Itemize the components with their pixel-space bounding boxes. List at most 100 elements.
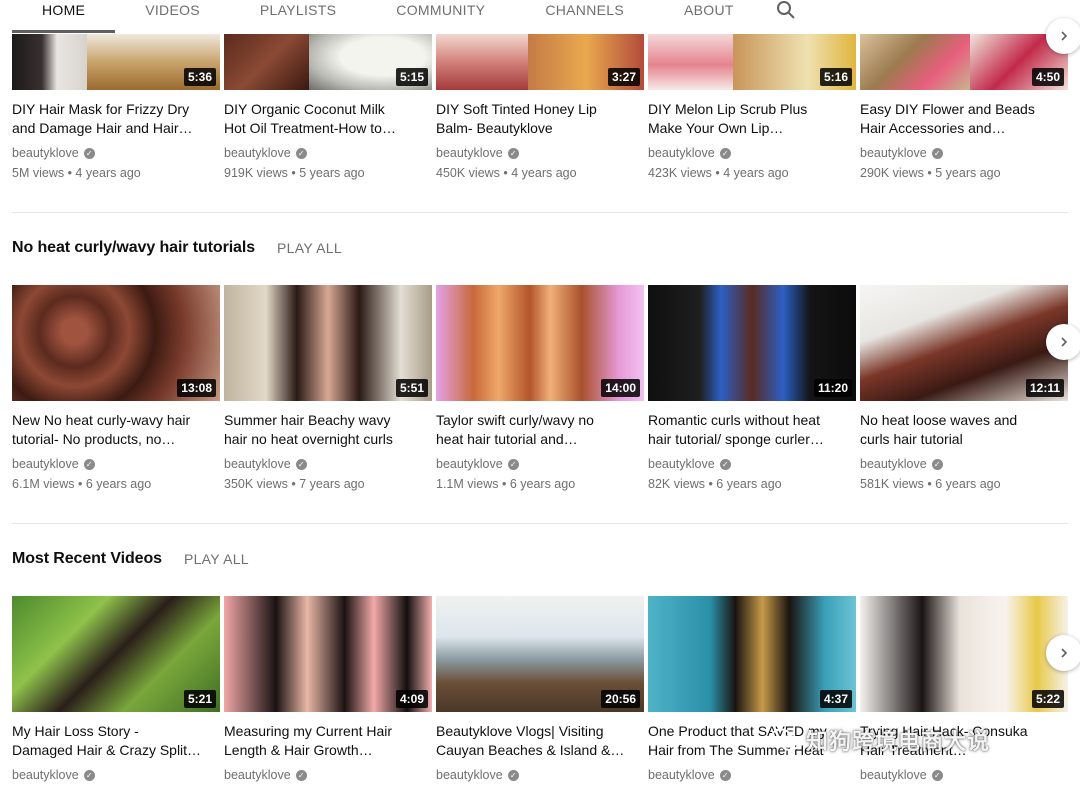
video-thumbnail[interactable]: 11:20 [648, 285, 856, 401]
channel-name[interactable]: beautyklove ✓ [648, 767, 856, 783]
video-card[interactable]: 5:21 My Hair Loss Story - Damaged Hair &… [12, 596, 220, 783]
channel-name[interactable]: beautyklove ✓ [436, 145, 644, 161]
play-all-button[interactable]: PLAY ALL [277, 240, 342, 256]
video-thumbnail[interactable]: 14:00 [436, 285, 644, 401]
tab-about[interactable]: ABOUT [654, 0, 764, 32]
channel-name[interactable]: beautyklove ✓ [860, 456, 1068, 472]
channel-name[interactable]: beautyklove ✓ [648, 145, 856, 161]
video-title[interactable]: DIY Organic Coconut Milk Hot Oil Treatme… [224, 100, 432, 138]
video-duration: 5:36 [183, 68, 216, 86]
channel-name[interactable]: beautyklove ✓ [436, 767, 644, 783]
channel-search-button[interactable] [772, 0, 800, 24]
video-duration: 4:37 [819, 690, 852, 708]
video-card[interactable]: 13:08 New No heat curly-wavy hair tutori… [12, 285, 220, 493]
video-card[interactable]: 5:36 DIY Hair Mask for Frizzy Dry and Da… [12, 34, 220, 182]
video-card[interactable]: 5:16 DIY Melon Lip Scrub Plus Make Your … [648, 34, 856, 182]
chevron-right-icon [1061, 648, 1068, 658]
verified-check-icon: ✓ [719, 147, 731, 159]
tab-community[interactable]: COMMUNITY [366, 0, 515, 32]
play-all-button[interactable]: PLAY ALL [184, 551, 249, 567]
channel-label: beautyklove [648, 768, 715, 782]
video-card[interactable]: 4:50 Easy DIY Flower and Beads Hair Acce… [860, 34, 1068, 182]
channel-label: beautyklove [12, 457, 79, 471]
video-title[interactable]: No heat loose waves and curls hair tutor… [860, 411, 1068, 449]
video-title[interactable]: DIY Hair Mask for Frizzy Dry and Damage … [12, 100, 220, 138]
verified-check-icon: ✓ [507, 769, 519, 781]
shelf-title[interactable]: Most Recent Videos [12, 550, 162, 568]
video-card[interactable]: 14:00 Taylor swift curly/wavy no heat ha… [436, 285, 644, 493]
channel-name[interactable]: beautyklove ✓ [12, 767, 220, 783]
video-thumbnail[interactable]: 13:08 [12, 285, 220, 401]
channel-label: beautyklove [648, 146, 715, 160]
video-title[interactable]: DIY Melon Lip Scrub Plus Make Your Own L… [648, 100, 856, 138]
tab-channels[interactable]: CHANNELS [515, 0, 654, 32]
video-thumbnail[interactable]: 20:56 [436, 596, 644, 712]
shelf-next-button[interactable] [1046, 324, 1080, 360]
video-title[interactable]: Summer hair Beachy wavy hair no heat ove… [224, 411, 432, 449]
verified-check-icon: ✓ [507, 458, 519, 470]
video-card[interactable]: 4:09 Measuring my Current Hair Length & … [224, 596, 432, 783]
video-card[interactable]: 11:20 Romantic curls without heat hair t… [648, 285, 856, 493]
channel-name[interactable]: beautyklove ✓ [12, 456, 220, 472]
video-duration: 5:16 [819, 68, 852, 86]
video-thumbnail[interactable]: 5:21 [12, 596, 220, 712]
shelf-title[interactable]: No heat curly/wavy hair tutorials [12, 239, 255, 257]
tab-videos[interactable]: VIDEOS [115, 0, 230, 32]
video-duration: 4:09 [395, 690, 428, 708]
channel-name[interactable]: beautyklove ✓ [12, 145, 220, 161]
channel-tabs: HOME VIDEOS PLAYLISTS COMMUNITY CHANNELS… [0, 0, 1080, 33]
video-title[interactable]: Easy DIY Flower and Beads Hair Accessori… [860, 100, 1068, 138]
video-duration: 5:21 [183, 690, 216, 708]
video-thumbnail[interactable]: 3:27 [436, 34, 644, 90]
video-thumbnail[interactable]: 5:22 [860, 596, 1068, 712]
tab-playlists[interactable]: PLAYLISTS [230, 0, 366, 32]
channel-name[interactable]: beautyklove ✓ [224, 456, 432, 472]
video-card[interactable]: 5:51 Summer hair Beachy wavy hair no hea… [224, 285, 432, 493]
watermark: 知狗跨境电商大说 [770, 724, 990, 756]
channel-label: beautyklove [12, 146, 79, 160]
video-row: 13:08 New No heat curly-wavy hair tutori… [12, 285, 1068, 493]
video-duration: 3:27 [607, 68, 640, 86]
video-duration: 14:00 [601, 379, 640, 397]
channel-name[interactable]: beautyklove ✓ [860, 145, 1068, 161]
video-card[interactable]: 20:56 Beautyklove Vlogs| Visiting Cauyan… [436, 596, 644, 783]
video-thumbnail[interactable]: 4:37 [648, 596, 856, 712]
video-row: 5:36 DIY Hair Mask for Frizzy Dry and Da… [12, 34, 1068, 182]
video-title[interactable]: Romantic curls without heat hair tutoria… [648, 411, 856, 449]
video-thumbnail[interactable]: 5:15 [224, 34, 432, 90]
verified-check-icon: ✓ [931, 769, 943, 781]
video-meta: 290K views • 5 years ago [860, 166, 1001, 180]
video-thumbnail[interactable]: 5:36 [12, 34, 220, 90]
video-thumbnail[interactable]: 5:51 [224, 285, 432, 401]
verified-check-icon: ✓ [931, 458, 943, 470]
video-thumbnail[interactable]: 4:50 [860, 34, 1068, 90]
video-title[interactable]: Measuring my Current Hair Length & Hair … [224, 722, 432, 760]
video-title[interactable]: New No heat curly-wavy hair tutorial- No… [12, 411, 220, 449]
video-title[interactable]: Taylor swift curly/wavy no heat hair tut… [436, 411, 644, 449]
verified-check-icon: ✓ [83, 147, 95, 159]
shelf-next-button[interactable] [1046, 635, 1080, 671]
video-card[interactable]: 5:15 DIY Organic Coconut Milk Hot Oil Tr… [224, 34, 432, 182]
video-title[interactable]: DIY Soft Tinted Honey Lip Balm- Beautykl… [436, 100, 644, 138]
video-title[interactable]: My Hair Loss Story - Damaged Hair & Craz… [12, 722, 220, 760]
video-card[interactable]: 12:11 No heat loose waves and curls hair… [860, 285, 1068, 493]
channel-name[interactable]: beautyklove ✓ [648, 456, 856, 472]
tab-home[interactable]: HOME [12, 0, 116, 33]
chevron-right-icon [1061, 337, 1068, 347]
video-thumbnail[interactable]: 4:09 [224, 596, 432, 712]
channel-label: beautyklove [860, 457, 927, 471]
channel-label: beautyklove [224, 768, 291, 782]
video-title[interactable]: Beautyklove Vlogs| Visiting Cauyan Beach… [436, 722, 644, 760]
video-thumbnail[interactable]: 12:11 [860, 285, 1068, 401]
video-thumbnail[interactable]: 5:16 [648, 34, 856, 90]
channel-name[interactable]: beautyklove ✓ [860, 767, 1068, 783]
verified-check-icon: ✓ [719, 769, 731, 781]
channel-name[interactable]: beautyklove ✓ [436, 456, 644, 472]
chevron-right-icon [1061, 31, 1068, 41]
channel-name[interactable]: beautyklove ✓ [224, 767, 432, 783]
channel-name[interactable]: beautyklove ✓ [224, 145, 432, 161]
shelf-next-button[interactable] [1046, 18, 1080, 54]
verified-check-icon: ✓ [83, 769, 95, 781]
video-card[interactable]: 3:27 DIY Soft Tinted Honey Lip Balm- Bea… [436, 34, 644, 182]
video-duration: 13:08 [177, 379, 216, 397]
